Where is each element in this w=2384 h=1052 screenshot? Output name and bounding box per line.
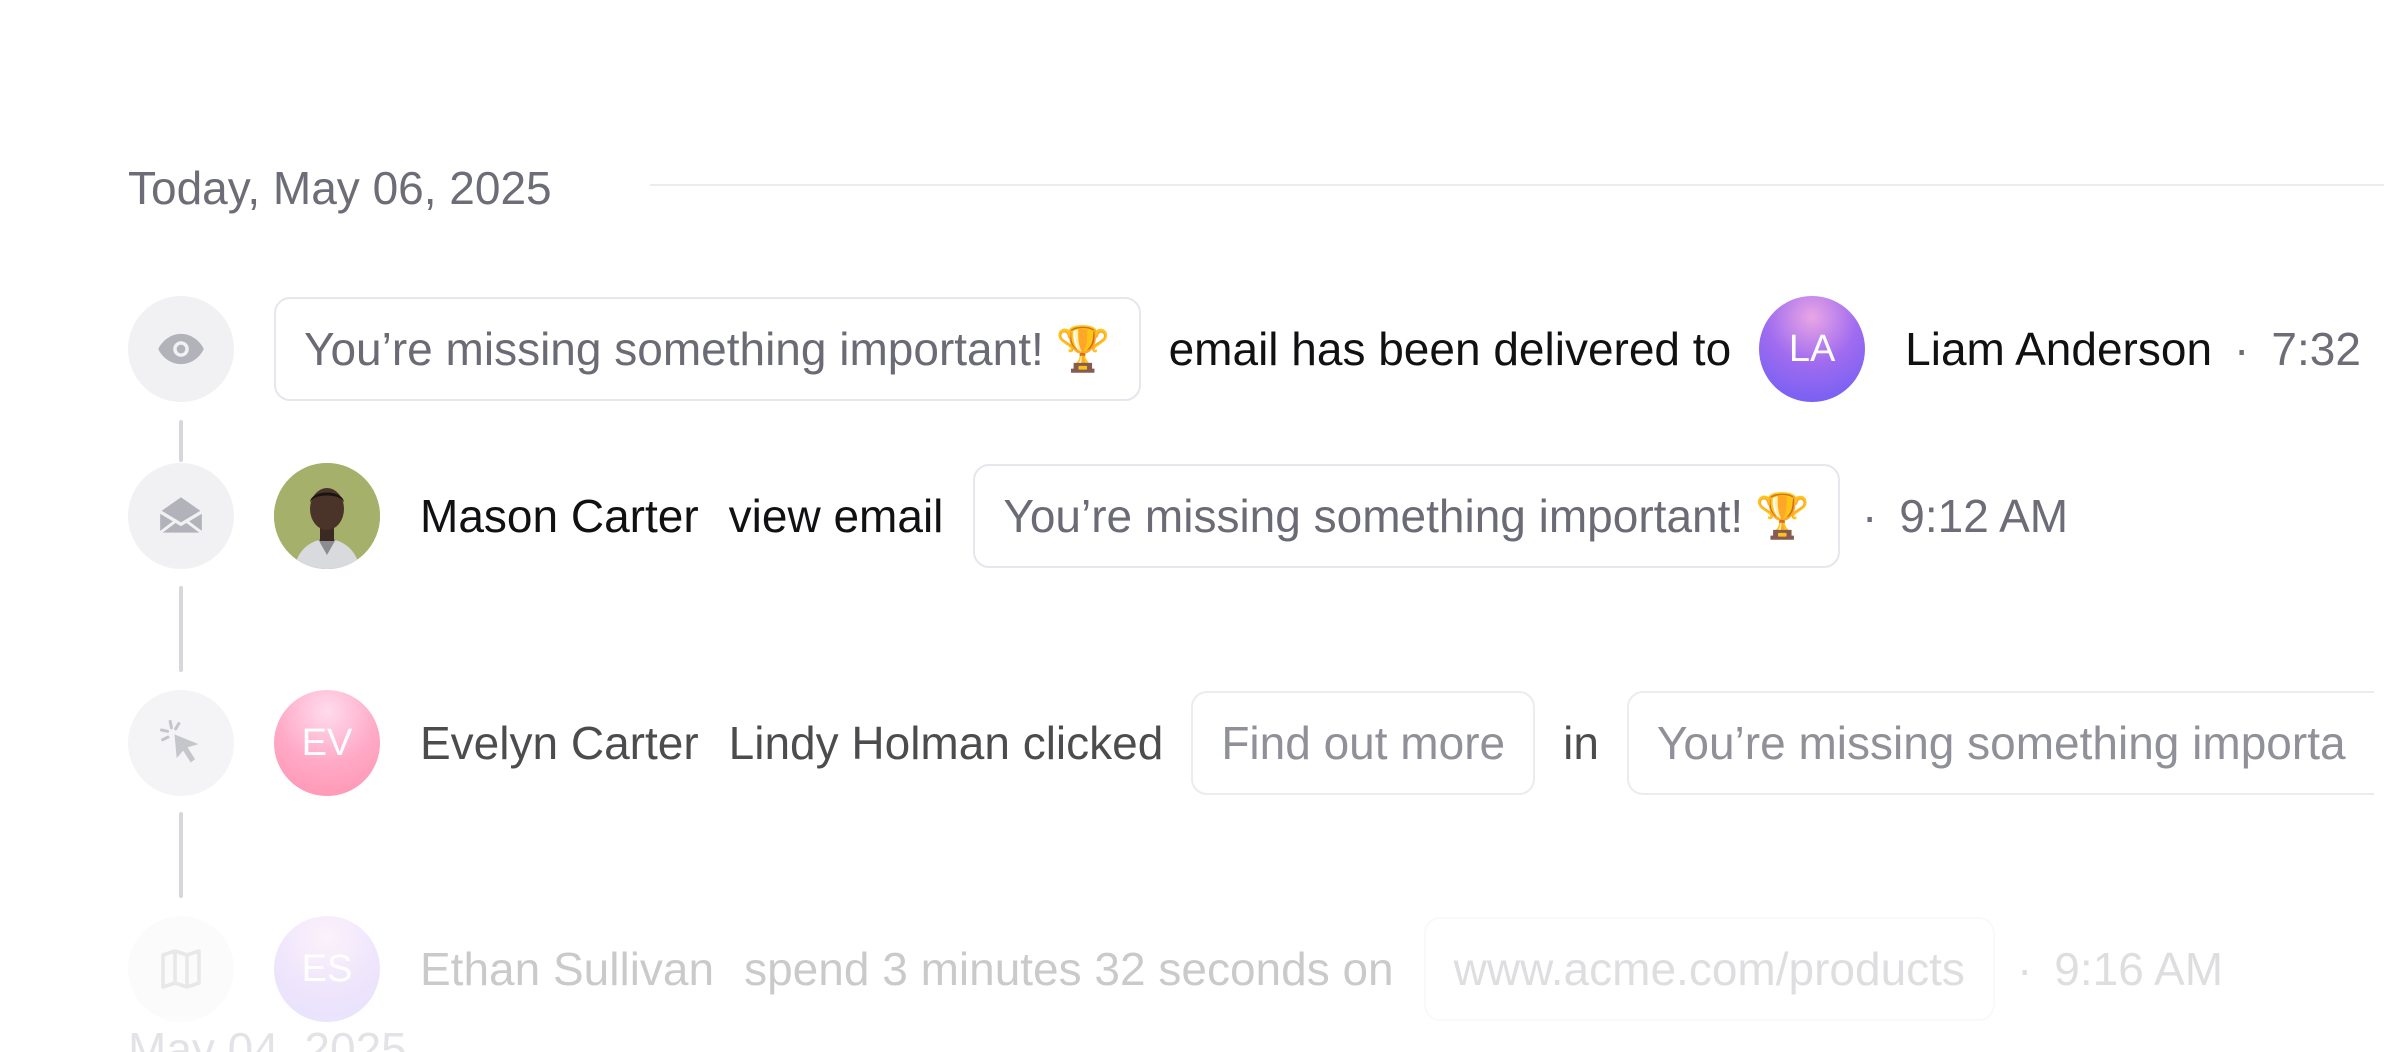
eye-icon (128, 296, 234, 402)
date-divider (650, 184, 2384, 186)
person-photo-icon (274, 463, 380, 569)
event-time: 9:16 AM (2054, 943, 2224, 995)
email-subject-chip[interactable]: You’re missing something important! 🏆 (973, 464, 1840, 568)
event-time: 9:12 AM (1899, 490, 2069, 542)
next-date-header: May 04, 2025 (128, 1023, 407, 1052)
avatar[interactable]: ES (274, 916, 380, 1022)
email-subject-text: You’re missing something importa (1656, 717, 2346, 769)
event-action: spend 3 minutes 32 seconds on (744, 943, 1394, 995)
separator-dot: · (1861, 490, 1878, 542)
timeline-event: You’re missing something important! 🏆 em… (0, 296, 2384, 404)
actor-name[interactable]: Mason Carter (420, 489, 699, 543)
recipient-name[interactable]: Liam Anderson (1905, 322, 2212, 376)
timeline-connector (179, 586, 183, 672)
avatar[interactable]: LA (1759, 296, 1866, 402)
link-label: Find out more (1221, 717, 1506, 769)
actor-name[interactable]: Evelyn Carter (420, 716, 699, 770)
timeline-connector (179, 812, 183, 898)
email-subject-text: You’re missing something important! (304, 323, 1044, 375)
avatar[interactable]: EV (274, 690, 380, 796)
cursor-click-icon (128, 690, 234, 796)
timeline-connector (179, 420, 183, 462)
email-subject-chip[interactable]: You’re missing something important! 🏆 (274, 297, 1141, 401)
separator-dot: · (2234, 323, 2250, 375)
email-subject-chip[interactable]: You’re missing something importa (1626, 691, 2374, 795)
event-action: email has been delivered to (1168, 323, 1732, 375)
event-action: Lindy Holman clicked (728, 717, 1164, 769)
link-chip[interactable]: Find out more (1191, 691, 1536, 795)
envelope-open-icon (128, 463, 234, 569)
url-text: www.acme.com/products (1453, 943, 1965, 995)
avatar-initials: EV (301, 721, 353, 764)
separator-dot: · (2016, 943, 2033, 995)
event-time: 7:32 (2271, 323, 2361, 375)
timeline-event: Mason Carter view email You’re missing s… (0, 463, 2384, 571)
event-action: view email (728, 490, 944, 542)
activity-timeline: Today, May 06, 2025 You’re missing somet… (0, 0, 2384, 1052)
preposition: in (1563, 717, 1599, 769)
trophy-icon: 🏆 (1755, 492, 1810, 541)
avatar-initials: LA (1788, 327, 1836, 370)
timeline-event: ES Ethan Sullivan spend 3 minutes 32 sec… (0, 916, 2384, 1024)
trophy-icon: 🏆 (1055, 325, 1111, 374)
actor-name[interactable]: Ethan Sullivan (420, 942, 714, 996)
avatar[interactable] (274, 463, 380, 569)
timeline-event: EV Evelyn Carter Lindy Holman clicked Fi… (0, 690, 2384, 798)
date-header: Today, May 06, 2025 (128, 162, 552, 214)
email-subject-text: You’re missing something important! (1003, 490, 1744, 542)
map-icon (128, 916, 234, 1022)
avatar-initials: ES (301, 947, 353, 990)
url-chip[interactable]: www.acme.com/products (1423, 917, 1995, 1021)
